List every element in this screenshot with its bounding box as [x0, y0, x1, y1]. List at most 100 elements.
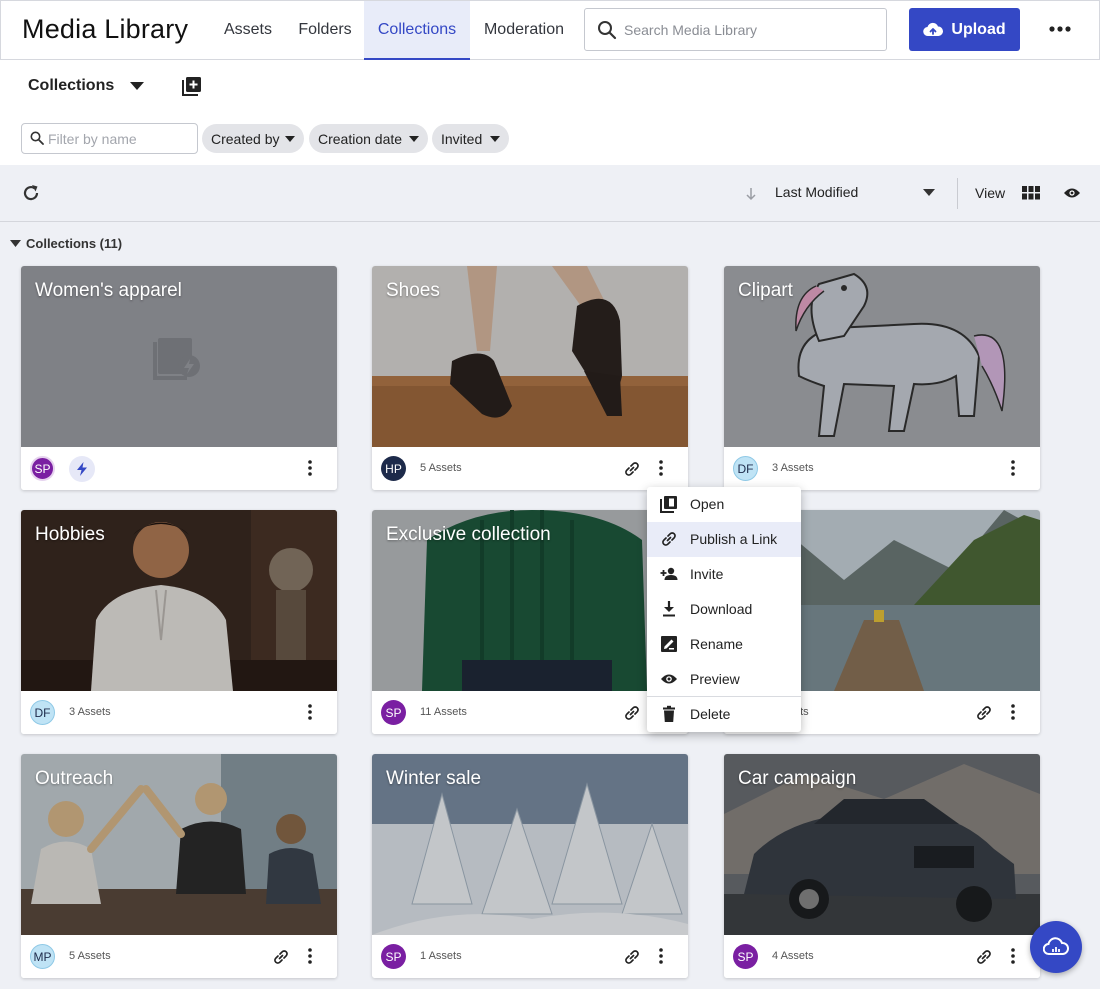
card-footer: SP — [21, 447, 337, 490]
collection-card[interactable]: Outreach MP 5 Assets — [21, 754, 337, 978]
card-footer: DF 3 Assets — [21, 691, 337, 734]
card-footer: SP 4 Assets — [724, 935, 1040, 978]
card-footer: SP 11 Assets — [372, 691, 688, 734]
collection-title: Outreach — [35, 768, 114, 789]
avatar: DF — [30, 700, 55, 725]
search-icon — [30, 131, 44, 145]
menu-item-rename[interactable]: Rename — [647, 627, 801, 662]
avatar: SP — [381, 700, 406, 725]
collection-title: Exclusive collection — [386, 524, 551, 545]
chevron-down-icon[interactable] — [130, 82, 144, 90]
tab-collections[interactable]: Collections — [364, 1, 470, 60]
collection-card[interactable]: Shoes HP 5 Assets — [372, 266, 688, 490]
filter-created-by[interactable]: Created by — [202, 124, 304, 153]
trash-icon — [660, 705, 678, 723]
avatar: MP — [30, 944, 55, 969]
refresh-icon[interactable] — [21, 183, 41, 203]
asset-count: 5 Assets — [69, 950, 111, 962]
card-footer: DF 3 Assets — [724, 447, 1040, 490]
collection-card[interactable]: Hobbies DF 3 Assets — [21, 510, 337, 734]
card-menu-icon[interactable] — [658, 947, 664, 965]
menu-item-label: Open — [690, 496, 725, 512]
link-icon[interactable] — [272, 948, 290, 966]
menu-item-delete[interactable]: Delete — [647, 697, 801, 732]
avatar: SP — [381, 944, 406, 969]
filter-by-name-input[interactable] — [48, 129, 193, 149]
add-person-icon — [660, 565, 678, 583]
collection-title: Winter sale — [386, 768, 482, 789]
menu-item-preview[interactable]: Preview — [647, 662, 801, 697]
menu-item-label: Delete — [690, 706, 731, 722]
link-icon — [660, 530, 678, 548]
collection-icon — [660, 495, 678, 513]
collection-card[interactable]: Exclusive collection SP 11 Assets — [372, 510, 688, 734]
asset-count: 3 Assets — [69, 706, 111, 718]
collection-title: Hobbies — [35, 524, 105, 545]
menu-item-label: Download — [690, 601, 753, 617]
collections-dropdown-title[interactable]: Collections — [28, 77, 114, 95]
collections-subheader: Collections Created by Creation date Inv… — [0, 60, 1100, 165]
menu-item-label: Publish a Link — [690, 531, 778, 547]
menu-item-label: Rename — [690, 636, 743, 652]
asset-count: 3 Assets — [772, 462, 814, 474]
caret-down-icon[interactable] — [923, 189, 935, 196]
asset-count: 11 Assets — [420, 706, 467, 718]
asset-count: 1 Assets — [420, 950, 462, 962]
collections-section-header[interactable]: Collections (11) — [10, 236, 122, 251]
rename-icon — [660, 635, 678, 653]
link-icon[interactable] — [975, 948, 993, 966]
link-icon[interactable] — [623, 948, 641, 966]
help-cloud-button[interactable] — [1030, 921, 1082, 973]
eye-icon[interactable] — [1063, 187, 1081, 199]
card-menu-icon[interactable] — [658, 459, 664, 477]
upload-button[interactable]: Upload — [909, 8, 1020, 51]
link-icon[interactable] — [623, 704, 641, 722]
avatar: SP — [30, 456, 55, 481]
search-box[interactable] — [584, 8, 887, 51]
caret-down-icon — [285, 136, 295, 142]
chip-label: Invited — [441, 130, 483, 147]
search-icon — [597, 20, 617, 40]
card-menu-icon[interactable] — [1010, 459, 1016, 477]
card-menu-icon[interactable] — [307, 947, 313, 965]
avatar: DF — [733, 456, 758, 481]
menu-item-invite[interactable]: Invite — [647, 557, 801, 592]
toolbar-divider — [957, 178, 958, 209]
collection-card[interactable]: Car campaign SP 4 Assets — [724, 754, 1040, 978]
tab-folders[interactable]: Folders — [287, 1, 363, 60]
card-menu-icon[interactable] — [1010, 703, 1016, 721]
collection-card[interactable]: Clipart DF 3 Assets — [724, 266, 1040, 490]
asset-count: 5 Assets — [420, 462, 462, 474]
collection-card[interactable]: Women's apparel SP — [21, 266, 337, 490]
collection-title: Women's apparel — [35, 280, 182, 301]
menu-item-publish-link[interactable]: Publish a Link — [647, 522, 801, 557]
sort-direction-icon[interactable] — [745, 187, 757, 201]
collection-title: Car campaign — [738, 768, 857, 789]
filter-creation-date[interactable]: Creation date — [309, 124, 428, 153]
list-toolbar: Last Modified View — [0, 165, 1100, 222]
more-options-icon[interactable] — [1046, 17, 1074, 41]
card-menu-icon[interactable] — [1010, 947, 1016, 965]
avatar: SP — [733, 944, 758, 969]
search-input[interactable] — [624, 19, 874, 41]
collection-title: Shoes — [386, 280, 440, 301]
menu-item-open[interactable]: Open — [647, 487, 801, 522]
grid-view-icon[interactable] — [1022, 186, 1040, 200]
app-header: Media Library Assets Folders Collections… — [0, 0, 1100, 60]
filter-by-name-box[interactable] — [21, 123, 198, 154]
sort-by-select[interactable]: Last Modified — [775, 184, 858, 200]
tab-assets[interactable]: Assets — [209, 1, 287, 60]
upload-label: Upload — [951, 20, 1006, 38]
collection-card[interactable]: Winter sale SP 1 Assets — [372, 754, 688, 978]
eye-icon — [660, 670, 678, 688]
filter-invited[interactable]: Invited — [432, 124, 509, 153]
add-collection-icon[interactable] — [182, 76, 202, 96]
link-icon[interactable] — [975, 704, 993, 722]
card-menu-icon[interactable] — [307, 459, 313, 477]
cloud-icon — [1043, 937, 1069, 957]
card-menu-icon[interactable] — [307, 703, 313, 721]
caret-down-icon — [409, 136, 419, 142]
menu-item-download[interactable]: Download — [647, 592, 801, 627]
link-icon[interactable] — [623, 460, 641, 478]
tab-moderation[interactable]: Moderation — [471, 1, 577, 60]
